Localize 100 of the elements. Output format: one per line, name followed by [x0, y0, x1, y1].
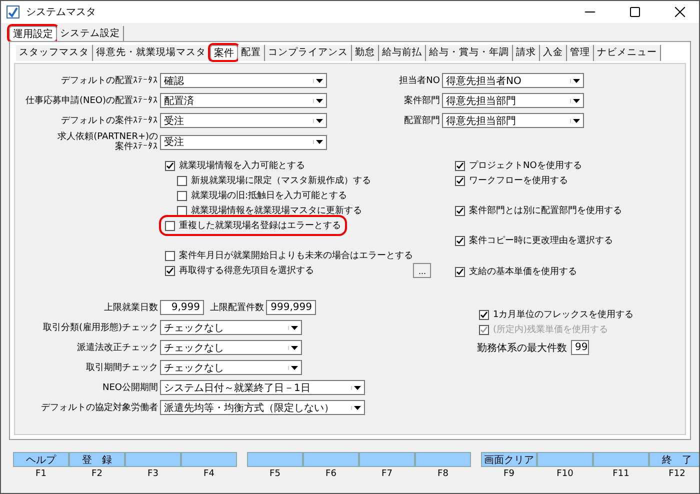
- checkbox[interactable]: ワークフローを使用する: [453, 174, 570, 187]
- dropdown[interactable]: 受注: [160, 134, 327, 150]
- dropdown[interactable]: チェックなし: [160, 360, 302, 375]
- checkmark-icon: [456, 206, 464, 214]
- browse-button[interactable]: ...: [413, 263, 431, 278]
- field-label: 取引分類(雇用形態)チェック: [42, 322, 158, 332]
- field-label: NEO公開期間: [101, 382, 158, 392]
- field-label: 配置部門: [403, 116, 440, 126]
- checkbox[interactable]: 再取得する得意先項目を選択する: [163, 264, 316, 277]
- field-label: 上限就業日数: [103, 302, 158, 312]
- tab[interactable]: 運用設定: [9, 26, 57, 41]
- tab[interactable]: 案件: [210, 45, 238, 60]
- maximize-icon[interactable]: [630, 7, 640, 17]
- function-button[interactable]: [181, 452, 237, 467]
- tab[interactable]: 給与・賞与・年調: [426, 45, 513, 61]
- field-label: 上限配置件数: [210, 302, 264, 312]
- checkbox[interactable]: 就業現場情報を入力可能とする: [163, 159, 307, 172]
- tab[interactable]: コンプライアンス: [265, 45, 352, 61]
- checkmark-icon: [166, 162, 174, 170]
- dropdown-arrow-icon: [351, 386, 361, 390]
- number-field[interactable]: 99: [571, 340, 589, 355]
- dropdown[interactable]: チェックなし: [160, 320, 302, 335]
- field-label: デフォルトの配置ｽﾃｰﾀｽ: [61, 76, 158, 86]
- key-label: F8: [438, 469, 448, 479]
- dropdown[interactable]: 派遣先均等・均衡方式（限定しない）: [160, 400, 365, 415]
- dropdown-arrow-icon: [288, 346, 298, 350]
- checkbox[interactable]: 新規就業現場に限定（マスタ新規作成）する: [175, 174, 373, 187]
- tab[interactable]: 得意先・就業現場マスタ: [93, 45, 210, 61]
- checkbox[interactable]: 案件部門とは別に配置部門を使用する: [453, 204, 624, 217]
- dropdown-arrow-icon: [288, 366, 298, 370]
- number-field[interactable]: 999,999: [266, 300, 316, 315]
- key-label: F1: [36, 469, 46, 479]
- function-button[interactable]: [303, 452, 359, 467]
- field-label: デフォルトの協定対象労働者: [40, 402, 158, 412]
- window-title: システムマスタ: [26, 6, 96, 19]
- checkbox[interactable]: 支給の基本単価を使用する: [453, 265, 579, 278]
- checkmark-icon: [456, 236, 464, 244]
- field-label: 仕事応募申請(NEO)の配置ｽﾃｰﾀｽ: [25, 96, 158, 106]
- function-button[interactable]: [359, 452, 415, 467]
- field-label: 派遣法改正チェック: [76, 342, 158, 352]
- field-label: 勤務体系の最大件数: [477, 342, 567, 354]
- field-label: 案件部門: [403, 96, 440, 106]
- checkbox[interactable]: 案件コピー時に更改理由を選択する: [453, 234, 615, 247]
- dropdown[interactable]: 確認: [160, 73, 327, 88]
- checkbox[interactable]: 案件年月日が就業開始日よりも未来の場合はエラーとする: [163, 249, 415, 262]
- dropdown[interactable]: 得意先担当者NO: [442, 73, 584, 88]
- dropdown-arrow-icon: [313, 140, 323, 144]
- tab[interactable]: スタッフマスタ: [16, 45, 93, 61]
- dropdown[interactable]: 得意先担当部門: [442, 93, 584, 108]
- function-button[interactable]: 画面クリア: [481, 452, 537, 467]
- checkmark-icon: [166, 266, 174, 274]
- checkbox[interactable]: 1カ月単位のフレックスを使用する: [477, 308, 636, 321]
- key-label: F3: [148, 469, 158, 479]
- key-label: F4: [204, 469, 214, 479]
- dropdown-arrow-icon: [570, 98, 580, 102]
- key-label: F11: [612, 469, 630, 479]
- field-label: デフォルトの案件ｽﾃｰﾀｽ: [61, 116, 158, 126]
- dropdown-arrow-icon: [313, 98, 323, 102]
- tab[interactable]: 勤怠: [352, 45, 379, 61]
- checkbox[interactable]: 就業現場の旧:抵触日を入力可能とする: [175, 189, 350, 202]
- tab[interactable]: ナビメニュー: [594, 45, 661, 61]
- dropdown-arrow-icon: [288, 326, 298, 330]
- dropdown-arrow-icon: [313, 118, 323, 122]
- dropdown[interactable]: チェックなし: [160, 340, 302, 355]
- tab[interactable]: 配置: [238, 45, 265, 61]
- key-label: F5: [270, 469, 280, 479]
- field-label: 取引期間チェック: [85, 362, 158, 372]
- checkbox[interactable]: 就業現場情報を就業現場マスタに更新する: [175, 204, 364, 217]
- dropdown-arrow-icon: [351, 406, 361, 410]
- dropdown[interactable]: 受注: [160, 113, 327, 128]
- number-field[interactable]: 9,999: [160, 300, 204, 315]
- tab[interactable]: 入金: [540, 45, 567, 61]
- dropdown[interactable]: システム日付～就業終了日－1日: [160, 380, 365, 395]
- function-button[interactable]: 終 了: [649, 452, 699, 467]
- function-button[interactable]: [415, 452, 471, 467]
- field-label: 求人依頼(PARTNER+)の: [58, 132, 158, 142]
- dropdown-arrow-icon: [570, 118, 580, 122]
- close-icon[interactable]: [675, 7, 685, 17]
- dropdown[interactable]: 得意先担当部門: [442, 113, 584, 128]
- checkmark-icon: [456, 268, 464, 276]
- checkbox[interactable]: プロジェクトNOを使用する: [453, 159, 584, 172]
- field-label: 担当者NO: [398, 76, 440, 86]
- key-label: F6: [326, 469, 336, 479]
- tab[interactable]: 給与前払: [379, 45, 426, 61]
- key-label: F10: [556, 469, 574, 479]
- tab[interactable]: 管理: [567, 45, 594, 61]
- function-button[interactable]: [247, 452, 303, 467]
- function-button[interactable]: [125, 452, 181, 467]
- function-button[interactable]: ヘルプ: [13, 452, 69, 467]
- key-label: F9: [504, 469, 514, 479]
- function-button[interactable]: [593, 452, 649, 467]
- function-button[interactable]: 登 録: [69, 452, 125, 467]
- app-icon: [6, 5, 20, 19]
- dropdown-arrow-icon: [313, 78, 323, 82]
- key-label: F7: [382, 469, 392, 479]
- tab[interactable]: 請求: [513, 45, 540, 61]
- dropdown-arrow-icon: [570, 78, 580, 82]
- key-label: F2: [92, 469, 102, 479]
- dropdown[interactable]: 配置済: [160, 93, 327, 108]
- function-button[interactable]: [537, 452, 593, 467]
